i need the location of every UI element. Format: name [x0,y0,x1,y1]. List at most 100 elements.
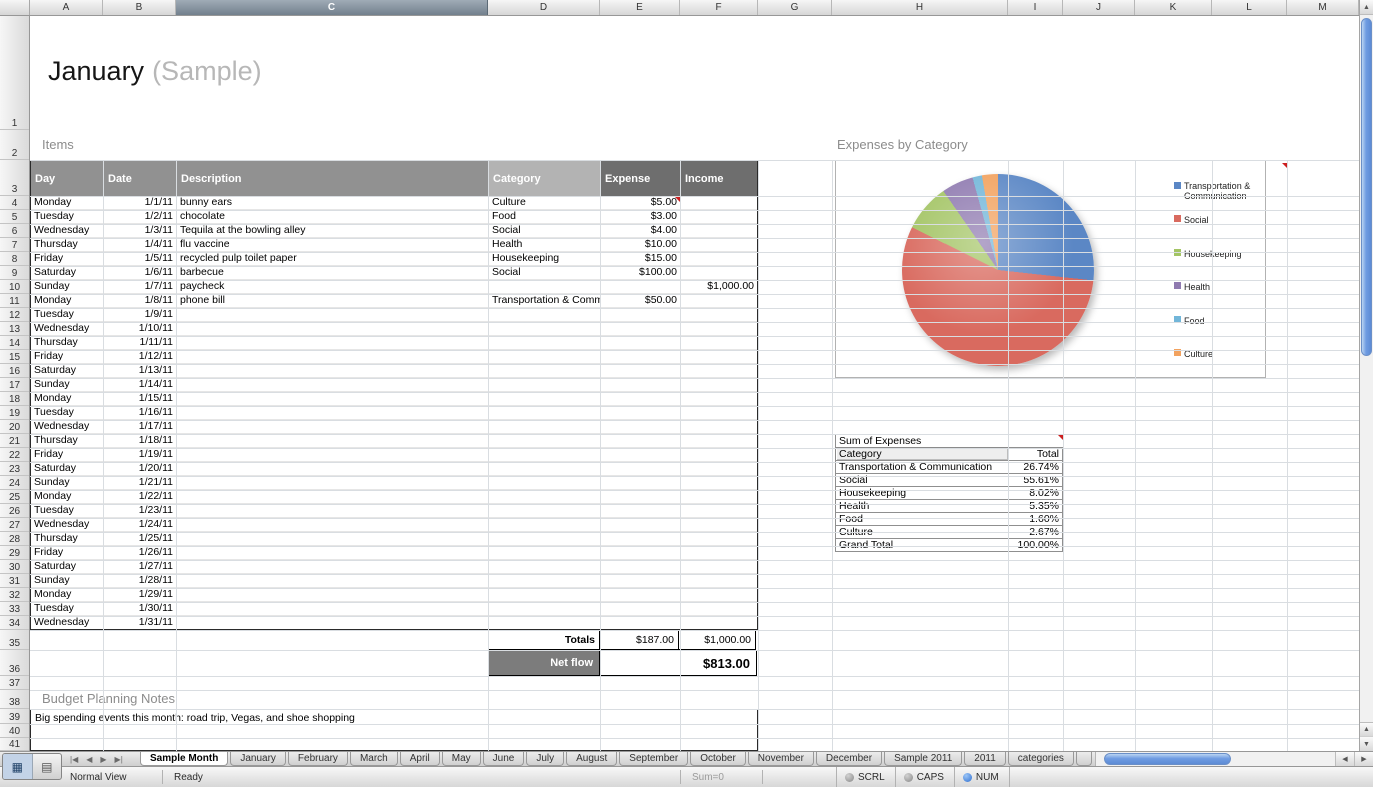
cell-expense[interactable]: $15.00 [601,252,681,266]
cell-date[interactable]: 1/19/11 [104,448,177,462]
cell-description[interactable] [177,476,489,490]
row-header-34[interactable]: 34 [0,616,29,630]
cell-category[interactable] [489,448,601,462]
cell-date[interactable]: 1/20/11 [104,462,177,476]
row-header-6[interactable]: 6 [0,224,29,238]
cell-description[interactable]: barbecue [177,266,489,280]
cell-income[interactable] [681,308,757,322]
cell-income[interactable] [681,532,757,546]
cell-expense[interactable] [601,448,681,462]
row-header-2[interactable]: 2 [0,130,29,160]
vertical-scroll-thumb[interactable] [1361,18,1372,356]
row-header-27[interactable]: 27 [0,518,29,532]
cell-day[interactable]: Thursday [31,434,104,448]
tab-categories[interactable]: categories [1008,752,1074,766]
cell-day[interactable]: Sunday [31,378,104,392]
cell-category[interactable] [489,406,601,420]
cell-date[interactable]: 1/24/11 [104,518,177,532]
tab-stub[interactable] [1076,752,1092,766]
cell-day[interactable]: Wednesday [31,224,104,238]
cell-description[interactable] [177,588,489,602]
cell-expense[interactable] [601,350,681,364]
cell-expense[interactable] [601,518,681,532]
column-header-K[interactable]: K [1135,0,1212,15]
cell-day[interactable]: Wednesday [31,518,104,532]
cell-category[interactable] [489,280,601,294]
cell-income[interactable] [681,588,757,602]
cell-category[interactable] [489,462,601,476]
totals-expense[interactable]: $187.00 [599,630,679,650]
cell-category[interactable]: Social [489,224,601,238]
tab-november[interactable]: November [748,752,814,766]
cell-date[interactable]: 1/28/11 [104,574,177,588]
tab-april[interactable]: April [400,752,440,766]
cell-date[interactable]: 1/22/11 [104,490,177,504]
cell-income[interactable] [681,490,757,504]
tab-2011[interactable]: 2011 [964,752,1006,766]
items-header-income[interactable]: Income [681,161,757,196]
cell-expense[interactable] [601,574,681,588]
tab-september[interactable]: September [619,752,688,766]
tab-scroll-next-button[interactable]: ▶ [100,755,106,764]
pivot-category-cell[interactable]: Food [835,512,1009,526]
row-header-32[interactable]: 32 [0,588,29,602]
cell-day[interactable]: Saturday [31,462,104,476]
column-header-H[interactable]: H [832,0,1008,15]
column-header-L[interactable]: L [1212,0,1287,15]
cell-day[interactable]: Monday [31,490,104,504]
cell-day[interactable]: Wednesday [31,322,104,336]
tab-january[interactable]: January [230,752,286,766]
cell-category[interactable] [489,588,601,602]
cell-income[interactable] [681,434,757,448]
row-header-28[interactable]: 28 [0,532,29,546]
pivot-category-cell[interactable]: Health [835,499,1009,513]
cell-expense[interactable] [601,462,681,476]
netflow-value[interactable]: $813.00 [599,650,757,676]
items-header-expense[interactable]: Expense [601,161,681,196]
cell-date[interactable]: 1/9/11 [104,308,177,322]
cell-expense[interactable] [601,322,681,336]
cell-date[interactable]: 1/4/11 [104,238,177,252]
cell-expense[interactable] [601,602,681,616]
cell-category[interactable] [489,322,601,336]
cell-income[interactable] [681,238,757,252]
cell-expense[interactable] [601,364,681,378]
cell-date[interactable]: 1/26/11 [104,546,177,560]
cell-income[interactable] [681,266,757,280]
cell-day[interactable]: Sunday [31,280,104,294]
cell-date[interactable]: 1/11/11 [104,336,177,350]
cell-description[interactable] [177,308,489,322]
cell-income[interactable] [681,546,757,560]
cell-income[interactable] [681,322,757,336]
items-header-category[interactable]: Category [489,161,601,196]
pivot-value-cell[interactable]: 8.02% [1008,486,1063,500]
column-header-E[interactable]: E [600,0,680,15]
cell-day[interactable]: Sunday [31,476,104,490]
cell-day[interactable]: Monday [31,196,104,210]
cell-description[interactable] [177,560,489,574]
cell-category[interactable] [489,574,601,588]
row-header-31[interactable]: 31 [0,574,29,588]
cell-category[interactable]: Housekeeping [489,252,601,266]
status-indicator-num[interactable]: NUM [954,767,1010,787]
cell-date[interactable]: 1/12/11 [104,350,177,364]
cell-description[interactable]: paycheck [177,280,489,294]
notes-box[interactable]: Big spending events this month: road tri… [30,709,758,751]
cell-date[interactable]: 1/23/11 [104,504,177,518]
cell-day[interactable]: Saturday [31,364,104,378]
cell-date[interactable]: 1/7/11 [104,280,177,294]
cell-income[interactable] [681,602,757,616]
cell-expense[interactable] [601,434,681,448]
cell-expense[interactable]: $3.00 [601,210,681,224]
cell-description[interactable]: flu vaccine [177,238,489,252]
cell-income[interactable] [681,196,757,210]
cell-day[interactable]: Thursday [31,532,104,546]
tab-sample-2011[interactable]: Sample 2011 [884,752,962,766]
row-header-41[interactable]: 41 [0,738,29,751]
cell-expense[interactable]: $100.00 [601,266,681,280]
cell-expense[interactable]: $5.00 [601,196,681,210]
cell-category[interactable] [489,518,601,532]
cell-date[interactable]: 1/31/11 [104,616,177,630]
cell-day[interactable]: Friday [31,350,104,364]
cell-income[interactable] [681,378,757,392]
